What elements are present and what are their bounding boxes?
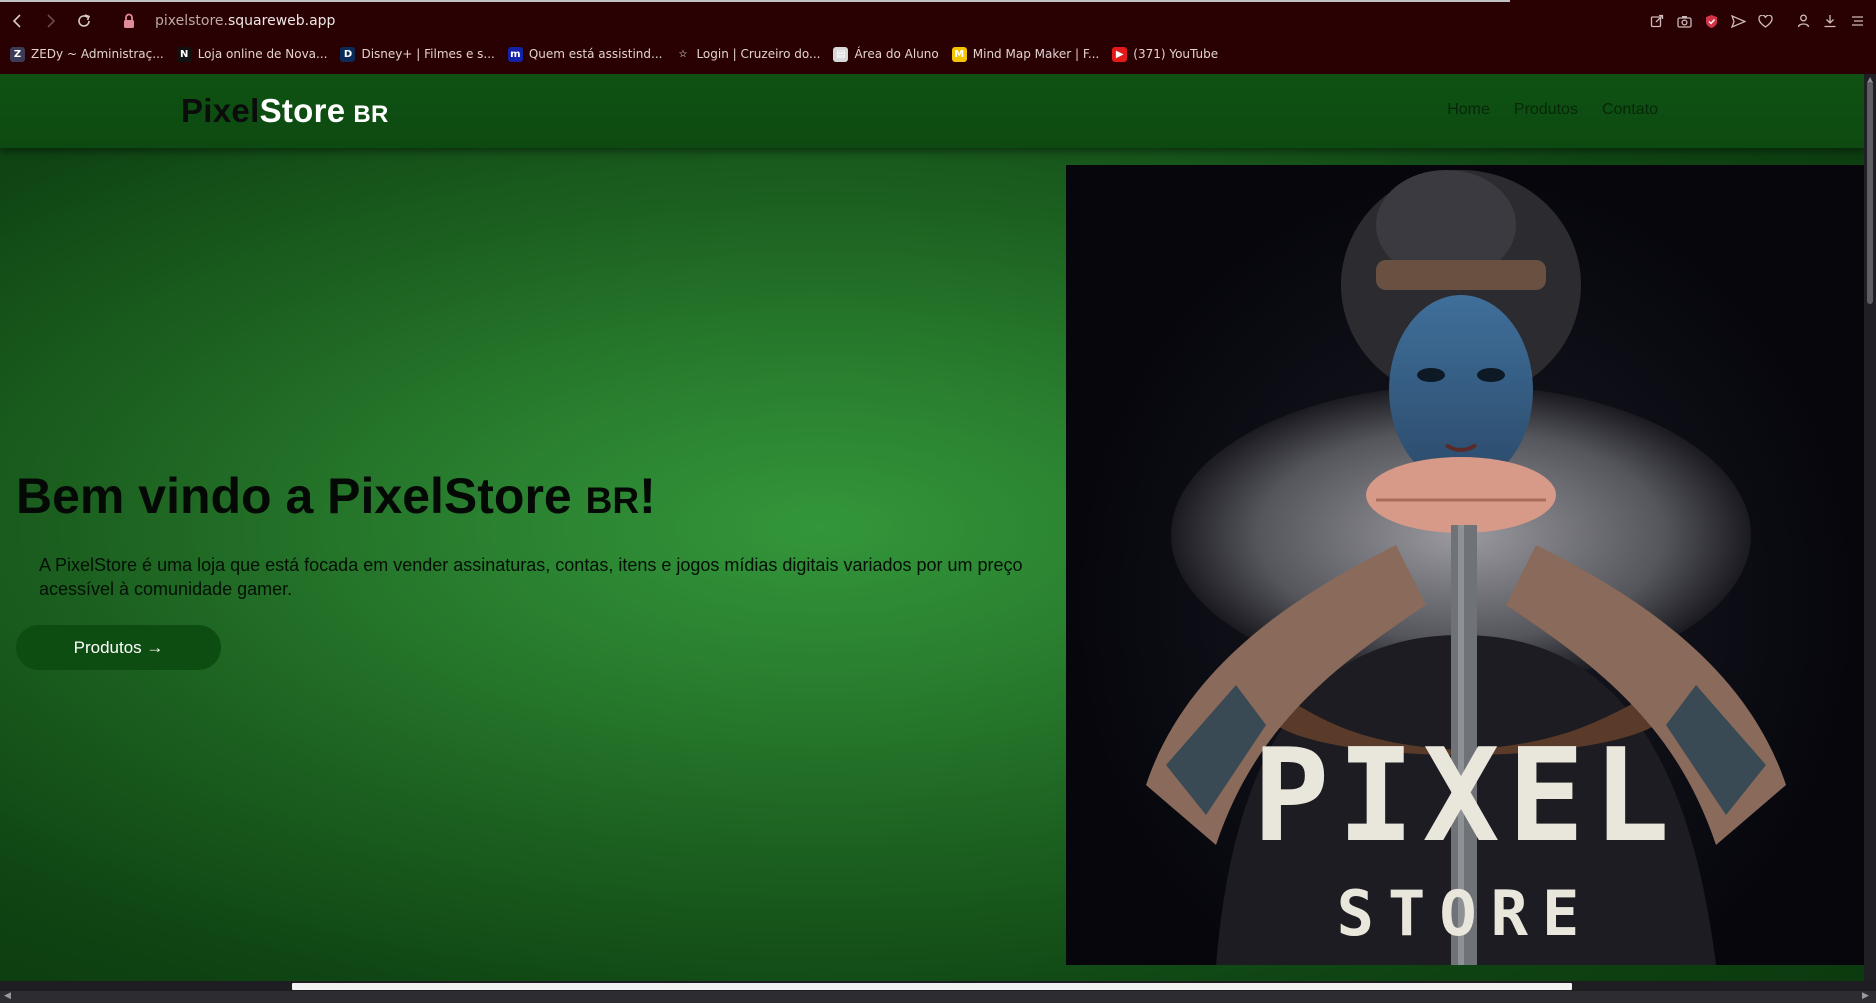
download-icon[interactable]: [1817, 8, 1843, 34]
vertical-scroll-thumb[interactable]: [1867, 82, 1873, 304]
disney-favicon: D: [340, 46, 356, 62]
horizontal-scroll-thumb[interactable]: [292, 983, 1572, 990]
scroll-left-icon[interactable]: ◀: [4, 991, 11, 1001]
site-nav: Home Produtos Contato: [1423, 101, 1658, 119]
forward-icon[interactable]: [34, 2, 66, 40]
logo-store: Store: [259, 92, 346, 129]
lock-icon[interactable]: [122, 13, 136, 29]
max-favicon: m: [507, 46, 523, 62]
url-subdomain: pixelstore.: [155, 13, 228, 29]
hero-title-br: BR: [585, 480, 640, 521]
logo-br: BR: [353, 101, 389, 128]
miro-favicon: M: [951, 46, 967, 62]
nuvemshop-favicon: N: [176, 46, 192, 62]
site-navbar: PixelStore BR Home Produtos Contato: [0, 74, 1864, 148]
bookmark-item[interactable]: ▶ (371) YouTube: [1112, 46, 1219, 62]
bookmark-label: Mind Map Maker | F...: [972, 47, 1100, 61]
send-icon[interactable]: [1725, 8, 1751, 34]
bookmark-item[interactable]: m Quem está assistind...: [507, 46, 663, 62]
site-logo[interactable]: PixelStore BR: [181, 92, 389, 130]
bookmark-item[interactable]: N Loja online de Nova...: [176, 46, 328, 62]
bookmark-label: Quem está assistind...: [528, 47, 663, 61]
menu-icon[interactable]: [1844, 8, 1870, 34]
hero-image: PIXEL STORE: [1066, 165, 1864, 965]
bookmark-label: ZEDy ~ Administraç...: [31, 47, 164, 61]
bookmark-item[interactable]: D Disney+ | Filmes e s...: [340, 46, 495, 62]
back-icon[interactable]: [2, 2, 34, 40]
nav-contato-link[interactable]: Contato: [1602, 101, 1658, 119]
nav-produtos-link[interactable]: Produtos: [1514, 101, 1578, 119]
reload-icon[interactable]: [68, 2, 100, 40]
produtos-button[interactable]: Produtos →: [16, 625, 221, 670]
browser-chrome: pixelstore.squareweb.app Z ZEDy ~ Adminis…: [0, 0, 1876, 74]
bookmark-label: Área do Aluno: [854, 47, 939, 61]
bookmark-label: (371) YouTube: [1133, 47, 1219, 61]
zedy-favicon: Z: [10, 46, 25, 62]
bookmarks-bar: Z ZEDy ~ Administraç... N Loja online de No…: [0, 41, 1876, 67]
bookmark-label: Loja online de Nova...: [197, 47, 328, 61]
logo-pixel: Pixel: [181, 92, 260, 129]
bookmark-item[interactable]: ☆ Login | Cruzeiro do...: [675, 46, 821, 62]
youtube-favicon: ▶: [1112, 46, 1128, 62]
art-pixel-text: PIXEL: [1252, 722, 1677, 871]
hero-title-main: Bem vindo a PixelStore: [16, 468, 572, 524]
scroll-right-icon[interactable]: ▶: [1862, 991, 1869, 1001]
bookmark-item[interactable]: Z ZEDy ~ Administraç...: [10, 46, 164, 62]
bookmark-label: Login | Cruzeiro do...: [696, 47, 821, 61]
area-aluno-favicon: ▤: [833, 46, 849, 62]
url-domain: squareweb.app: [228, 13, 336, 29]
browser-actions: [1643, 2, 1870, 40]
address-bar[interactable]: pixelstore.squareweb.app: [155, 13, 335, 29]
bookmark-label: Disney+ | Filmes e s...: [361, 47, 495, 61]
profile-icon[interactable]: [1790, 8, 1816, 34]
share-icon[interactable]: [1644, 8, 1670, 34]
bookmark-item[interactable]: M Mind Map Maker | F...: [951, 46, 1100, 62]
bookmark-item[interactable]: ▤ Área do Aluno: [833, 46, 939, 62]
adblock-shield-icon[interactable]: [1698, 8, 1724, 34]
nav-home-link[interactable]: Home: [1447, 101, 1490, 119]
horizontal-scroll-arrows: ◀ ▶: [0, 991, 1876, 1003]
heart-icon[interactable]: [1752, 8, 1778, 34]
hero-description: A PixelStore é uma loja que está focada …: [39, 555, 1023, 599]
hero-title: Bem vindo a PixelStore BR!: [16, 467, 656, 525]
hero-title-exclaim: !: [639, 468, 656, 524]
vertical-scrollbar[interactable]: ▲: [1864, 74, 1876, 981]
cruzeiro-star-favicon: ☆: [675, 46, 691, 62]
art-store-text: STORE: [1337, 877, 1594, 950]
browser-toolbar: pixelstore.squareweb.app: [0, 2, 1876, 40]
camera-icon[interactable]: [1671, 8, 1697, 34]
page-viewport: PixelStore BR Home Produtos Contato Bem v…: [0, 74, 1864, 981]
